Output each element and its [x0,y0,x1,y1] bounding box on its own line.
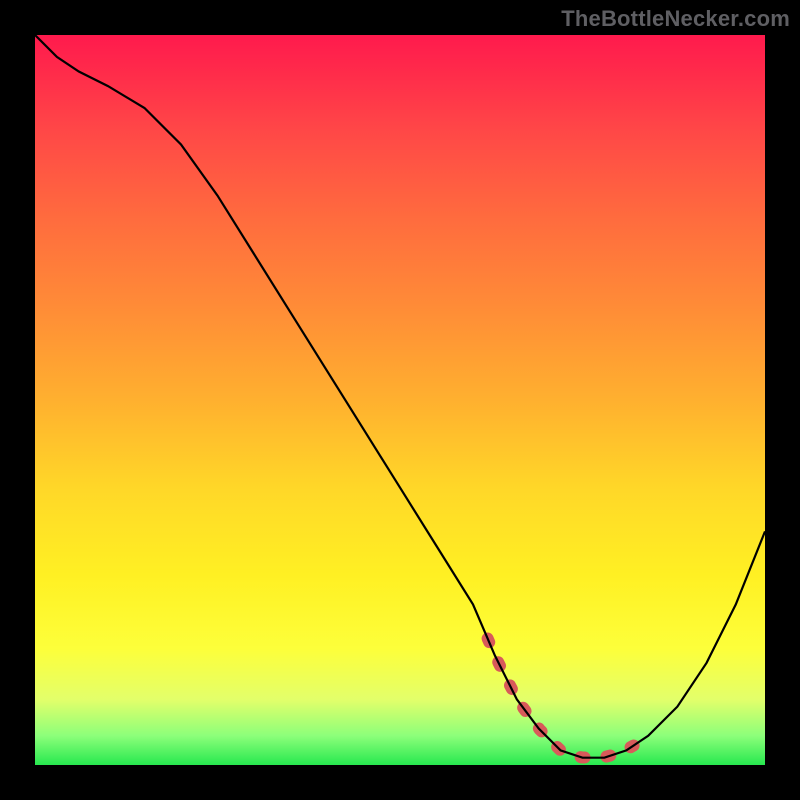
bottleneck-curve [35,35,765,758]
plot-area [35,35,765,765]
chart-root: TheBottleNecker.com [0,0,800,800]
highlight-segment [488,639,634,758]
watermark-text: TheBottleNecker.com [561,6,790,32]
curve-layer [35,35,765,765]
